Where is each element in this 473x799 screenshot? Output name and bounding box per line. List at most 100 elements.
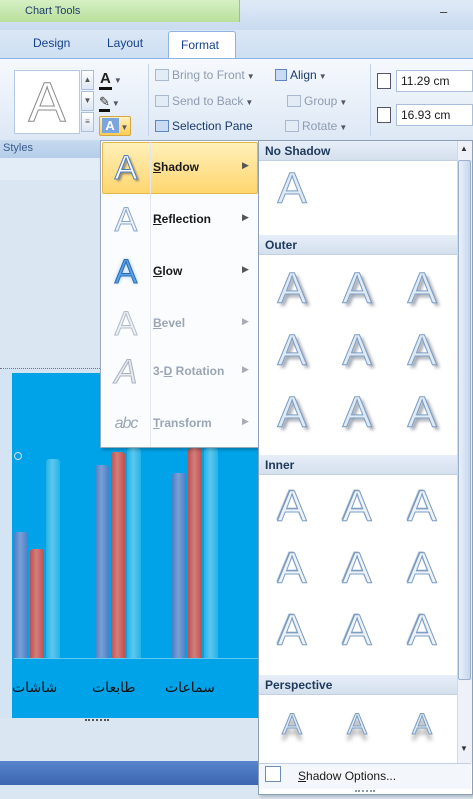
outer-shadow-preset-4[interactable]: A <box>265 324 319 378</box>
text-outline-button[interactable]: ✎ ▼ <box>99 94 139 114</box>
selection-pane-button[interactable]: Selection Pane <box>155 119 253 133</box>
group-separator <box>370 64 371 136</box>
shape-width-input[interactable]: 16.93 cm <box>396 104 473 126</box>
gallery-resize-grip[interactable] <box>355 790 375 793</box>
group-icon <box>287 95 301 107</box>
styles-group-label: Styles <box>0 140 100 158</box>
submenu-arrow-icon: ▶ <box>242 316 249 326</box>
submenu-arrow-icon: ▶ <box>242 416 249 426</box>
outer-shadow-preset-1[interactable]: A <box>265 262 319 316</box>
inner-shadow-preset-3[interactable]: A <box>395 480 449 534</box>
bar-2-series-3[interactable] <box>127 448 141 658</box>
subbar <box>0 158 100 180</box>
bar-1-series-2[interactable] <box>30 548 44 658</box>
menu-item-transform[interactable]: abc Transform ▶ <box>100 398 260 450</box>
align-button[interactable]: Align ▼ <box>275 68 327 82</box>
x-axis-line <box>14 658 260 659</box>
gallery-more-button[interactable]: ≡ <box>81 112 94 132</box>
send-to-back-icon <box>155 95 169 107</box>
section-inner: Inner <box>259 455 457 475</box>
status-strip <box>0 761 260 785</box>
shadow-options-icon <box>265 766 281 782</box>
section-outer: Outer <box>259 235 457 255</box>
outer-shadow-preset-3[interactable]: A <box>395 262 449 316</box>
align-icon <box>275 69 287 81</box>
scroll-down-icon[interactable]: ▼ <box>460 744 468 753</box>
inner-shadow-preset-6[interactable]: A <box>395 542 449 596</box>
send-to-back-button[interactable]: Send to Back ▼ <box>155 94 253 108</box>
tab-format[interactable]: Format <box>168 31 236 59</box>
text-effects-button[interactable]: A ▼ <box>99 116 131 136</box>
resize-handle-bottom[interactable] <box>85 719 109 723</box>
bar-2-series-2[interactable] <box>111 452 125 658</box>
outer-shadow-preset-8[interactable]: A <box>330 386 384 440</box>
text-effects-icon: A <box>101 118 119 133</box>
wordart-style-preview[interactable]: A <box>14 70 80 134</box>
perspective-shadow-preset-1[interactable]: A <box>265 698 319 752</box>
menu-item-3d-rotation[interactable]: A 3-D Rotation ▶ <box>100 346 260 398</box>
shape-height-icon <box>377 73 391 89</box>
submenu-arrow-icon: ▶ <box>242 364 249 374</box>
glow-effect-icon: A <box>114 253 138 292</box>
tab-design[interactable]: Design <box>33 36 70 50</box>
x-tick-label: طابعات <box>92 680 136 696</box>
inner-shadow-preset-9[interactable]: A <box>395 604 449 658</box>
bar-2-series-1[interactable] <box>95 464 109 658</box>
transform-effect-icon: abc <box>114 415 139 432</box>
x-tick-label: سماعات <box>165 680 215 696</box>
plot-area-handle[interactable] <box>14 452 22 460</box>
text-fill-button[interactable]: A ▼ <box>99 70 139 90</box>
scroll-thumb[interactable] <box>458 160 471 680</box>
inner-shadow-preset-5[interactable]: A <box>330 542 384 596</box>
shape-height-input[interactable]: 11.29 cm <box>396 70 473 92</box>
shadow-options-label: Shadow Options... <box>298 769 397 783</box>
section-no-shadow: No Shadow <box>259 141 457 161</box>
reflection-effect-icon: A <box>114 201 138 240</box>
inner-shadow-preset-1[interactable]: A <box>265 480 319 534</box>
3d-rotation-effect-icon: A <box>114 353 138 392</box>
rotate-button[interactable]: Rotate ▼ <box>285 119 347 133</box>
gallery-up-button[interactable]: ▲ <box>81 70 94 90</box>
tab-row <box>0 30 473 58</box>
x-tick-label: شاشات <box>12 680 58 696</box>
tab-layout[interactable]: Layout <box>107 36 143 50</box>
submenu-arrow-icon: ▶ <box>242 212 249 222</box>
shape-width-icon <box>377 107 391 123</box>
scroll-up-icon[interactable]: ▲ <box>460 144 468 153</box>
outer-shadow-preset-6[interactable]: A <box>395 324 449 378</box>
outer-shadow-preset-2[interactable]: A <box>330 262 384 316</box>
gallery-down-button[interactable]: ▼ <box>81 91 94 111</box>
group-separator <box>148 64 149 136</box>
inner-shadow-preset-7[interactable]: A <box>265 604 319 658</box>
outer-shadow-preset-7[interactable]: A <box>265 386 319 440</box>
bar-3-series-1[interactable] <box>172 473 186 658</box>
bring-to-front-button[interactable]: Bring to Front ▼ <box>155 68 255 82</box>
menu-item-shadow[interactable]: A Shadow ▶ <box>100 142 260 194</box>
submenu-arrow-icon: ▶ <box>242 264 249 274</box>
menu-item-bevel[interactable]: A Bevel ▶ <box>100 298 260 350</box>
bar-3-series-3[interactable] <box>204 448 218 658</box>
inner-shadow-preset-2[interactable]: A <box>330 480 384 534</box>
menu-item-reflection[interactable]: A Reflection ▶ <box>100 194 260 246</box>
shadow-effect-icon: A <box>114 149 138 188</box>
perspective-shadow-preset-2[interactable]: A <box>330 698 384 752</box>
selection-pane-icon <box>155 120 169 132</box>
pen-icon: ✎ <box>99 94 110 112</box>
outer-shadow-preset-5[interactable]: A <box>330 324 384 378</box>
shadow-preset-none[interactable]: A <box>265 162 319 216</box>
bar-3-series-2[interactable] <box>188 448 202 658</box>
bar-1-series-3[interactable] <box>46 458 60 658</box>
context-tab-label: Chart Tools <box>0 0 240 22</box>
rotate-icon <box>285 120 299 132</box>
submenu-arrow-icon: ▶ <box>242 160 249 170</box>
inner-shadow-preset-4[interactable]: A <box>265 542 319 596</box>
bevel-effect-icon: A <box>114 305 138 344</box>
minimize-button[interactable]: – <box>440 4 447 19</box>
perspective-shadow-preset-3[interactable]: A <box>395 698 449 752</box>
section-perspective: Perspective <box>259 675 457 695</box>
outer-shadow-preset-9[interactable]: A <box>395 386 449 440</box>
inner-shadow-preset-8[interactable]: A <box>330 604 384 658</box>
bar-1-series-1[interactable] <box>14 532 28 658</box>
group-button[interactable]: Group ▼ <box>287 94 347 108</box>
menu-item-glow[interactable]: A Glow ▶ <box>100 246 260 298</box>
